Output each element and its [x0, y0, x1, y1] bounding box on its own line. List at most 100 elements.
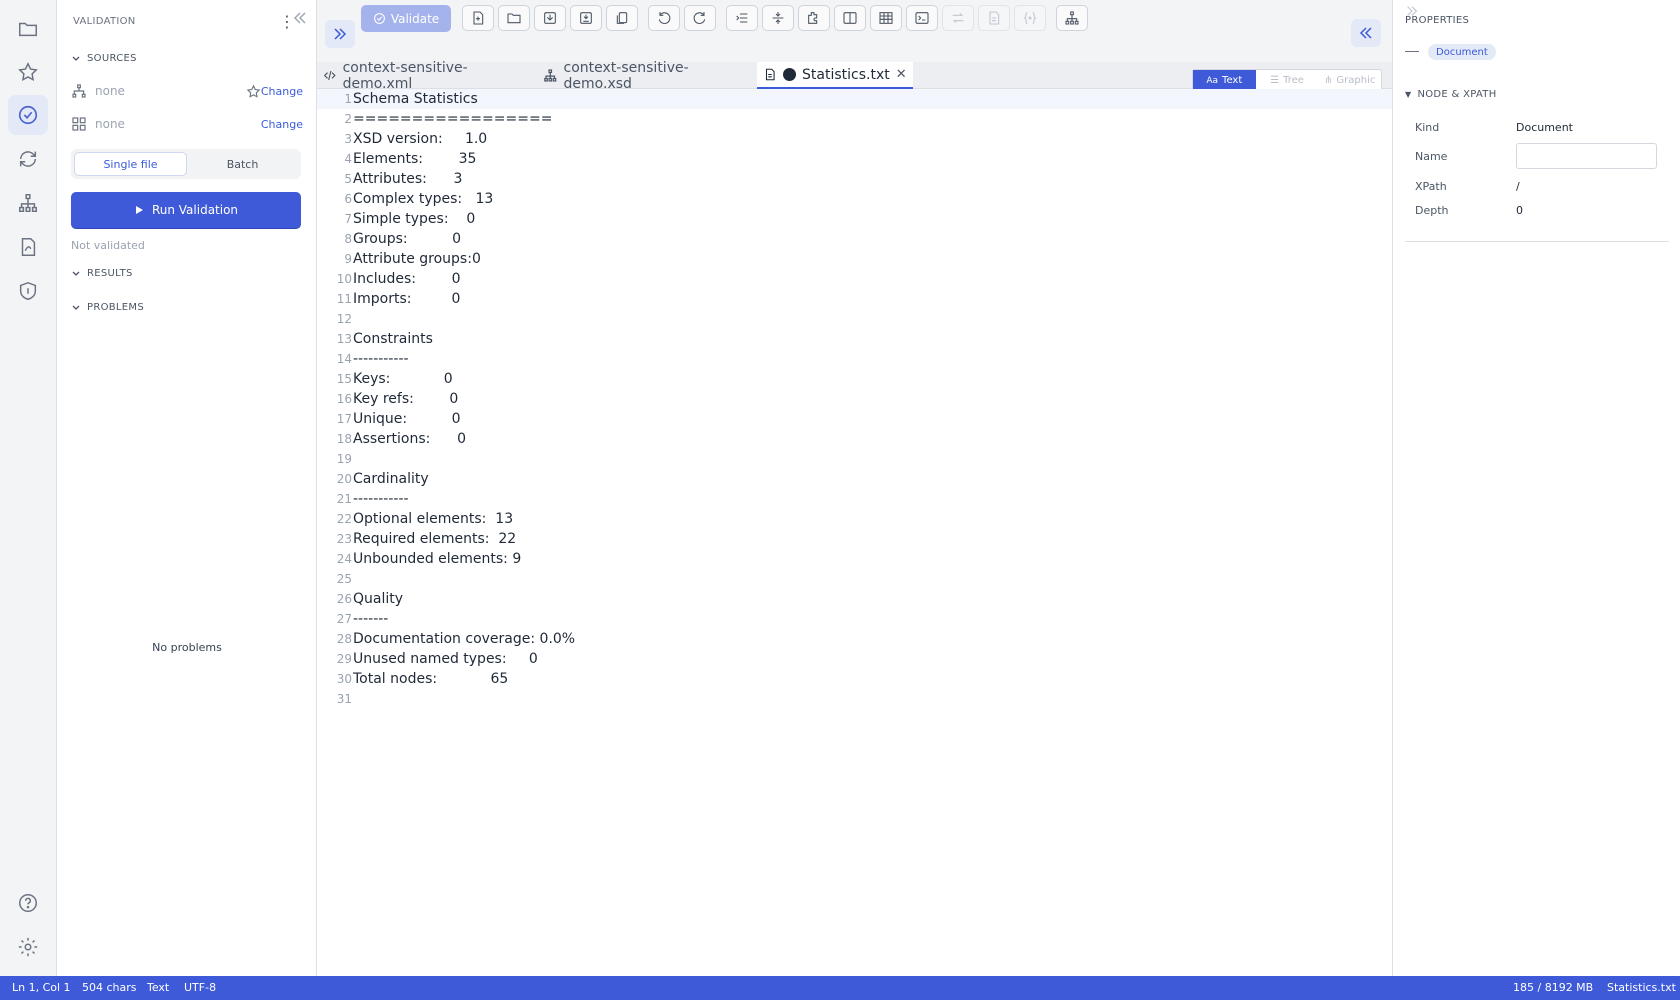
editor-line[interactable]: 24 Unbounded elements: 9 — [317, 549, 1392, 569]
open-folder-icon[interactable] — [498, 5, 530, 31]
editor-line[interactable]: 27 ------- — [317, 609, 1392, 629]
editor-line[interactable]: 12 — [317, 309, 1392, 329]
editor-line[interactable]: 9 Attribute groups:0 — [317, 249, 1392, 269]
char-count: 504 chars — [82, 981, 137, 994]
text-editor[interactable]: 1 Schema Statistics 2 ================= 3 XSD… — [317, 89, 1392, 976]
editor-line[interactable]: 4 Elements: 35 — [317, 149, 1392, 169]
favorite-star-icon[interactable] — [246, 84, 261, 99]
batch-option[interactable]: Batch — [187, 152, 298, 176]
new-file-icon[interactable] — [462, 5, 494, 31]
save-icon[interactable] — [534, 5, 566, 31]
hierarchy-icon[interactable] — [8, 183, 48, 223]
editor-line[interactable]: 16 Key refs: 0 — [317, 389, 1392, 409]
star-icon[interactable] — [8, 52, 48, 92]
table-icon[interactable] — [870, 5, 902, 31]
schema-tree-icon — [71, 83, 89, 99]
results-section-header[interactable]: RESULTS — [71, 268, 133, 279]
editor-line[interactable]: 6 Complex types: 13 — [317, 189, 1392, 209]
editor-line[interactable]: 2 ================= — [317, 109, 1392, 129]
editor-mode[interactable]: Text — [147, 981, 169, 994]
hierarchy-icon — [544, 69, 557, 82]
single-file-option[interactable]: Single file — [74, 152, 187, 176]
editor-line[interactable]: 22 Optional elements: 13 — [317, 509, 1392, 529]
split-view-icon[interactable] — [834, 5, 866, 31]
validation-check-icon[interactable] — [8, 95, 48, 135]
line-text: Unused named types: 0 — [353, 651, 538, 667]
braces-icon[interactable] — [1014, 5, 1046, 31]
editor-line[interactable]: 10 Includes: 0 — [317, 269, 1392, 289]
redo-icon[interactable] — [684, 5, 716, 31]
encoding[interactable]: UTF-8 — [184, 981, 216, 994]
collapse-right-panel-icon[interactable] — [1351, 19, 1381, 47]
name-input[interactable] — [1516, 143, 1657, 169]
line-number: 19 — [336, 452, 352, 466]
pdf-file-icon[interactable] — [8, 227, 48, 267]
editor-line[interactable]: 3 XSD version: 1.0 — [317, 129, 1392, 149]
close-icon[interactable]: ✕ — [896, 67, 907, 82]
collapse-sidebar-icon[interactable] — [289, 8, 309, 28]
tab-xsd[interactable]: context-sensitive-demo.xsd — [537, 60, 757, 92]
editor-line[interactable]: 7 Simple types: 0 — [317, 209, 1392, 229]
editor-line[interactable]: 5 Attributes: 3 — [317, 169, 1392, 189]
document-icon[interactable] — [978, 5, 1010, 31]
editor-line[interactable]: 11 Imports: 0 — [317, 289, 1392, 309]
validate-button[interactable]: Validate — [361, 5, 451, 32]
editor-line[interactable]: 25 — [317, 569, 1392, 589]
editor-line[interactable]: 8 Groups: 0 — [317, 229, 1392, 249]
text-view-button[interactable]: Aa Text — [1193, 70, 1256, 91]
save-as-icon[interactable] — [570, 5, 602, 31]
line-text: Keys: 0 — [353, 371, 453, 387]
editor-line[interactable]: 15 Keys: 0 — [317, 369, 1392, 389]
schema-tree-icon[interactable] — [1056, 5, 1088, 31]
editor-line[interactable]: 29 Unused named types: 0 — [317, 649, 1392, 669]
collapse-lines-icon[interactable] — [762, 5, 794, 31]
editor-line[interactable]: 31 — [317, 689, 1392, 709]
change-schema-link[interactable]: Change — [261, 85, 303, 98]
node-xpath-section-header[interactable]: ▼ NODE & XPATH — [1405, 89, 1497, 100]
name-label: Name — [1415, 149, 1448, 163]
line-number: 15 — [336, 372, 352, 386]
run-validation-button[interactable]: Run Validation — [71, 192, 301, 228]
editor-line[interactable]: 14 ----------- — [317, 349, 1392, 369]
editor-line[interactable]: 21 ----------- — [317, 489, 1392, 509]
line-text: Attribute groups:0 — [353, 251, 481, 267]
refresh-icon[interactable] — [8, 139, 48, 179]
copy-icon[interactable] — [606, 5, 638, 31]
expand-left-panel-icon[interactable] — [325, 20, 355, 48]
shield-icon[interactable] — [8, 271, 48, 311]
editor-line[interactable]: 1 Schema Statistics — [317, 89, 1392, 109]
undo-icon[interactable] — [648, 5, 680, 31]
transform-icon[interactable] — [942, 5, 974, 31]
graphic-view-button[interactable]: ⋔ Graphic — [1318, 70, 1381, 91]
line-number: 17 — [336, 412, 352, 426]
editor-line[interactable]: 28 Documentation coverage: 0.0% — [317, 629, 1392, 649]
line-number: 31 — [336, 692, 352, 706]
problems-section-header[interactable]: PROBLEMS — [71, 302, 144, 313]
memory-usage: 185 / 8192 MB — [1513, 981, 1594, 994]
editor-line[interactable]: 20 Cardinality — [317, 469, 1392, 489]
plugin-icon[interactable] — [798, 5, 830, 31]
editor-line[interactable]: 17 Unique: 0 — [317, 409, 1392, 429]
editor-line[interactable]: 26 Quality — [317, 589, 1392, 609]
folder-icon[interactable] — [8, 9, 48, 49]
editor-line[interactable]: 13 Constraints — [317, 329, 1392, 349]
tab-xml[interactable]: context-sensitive-demo.xml — [317, 60, 525, 92]
help-icon[interactable] — [8, 883, 48, 923]
editor-line[interactable]: 18 Assertions: 0 — [317, 429, 1392, 449]
editor-line[interactable]: 19 — [317, 449, 1392, 469]
sources-section-header[interactable]: SOURCES — [71, 53, 137, 64]
current-file: Statistics.txt — [1607, 981, 1676, 994]
format-indent-icon[interactable] — [726, 5, 758, 31]
tree-view-button[interactable]: ☰ Tree — [1256, 70, 1319, 91]
change-document-link[interactable]: Change — [261, 118, 303, 131]
gear-icon[interactable] — [8, 927, 48, 967]
line-number: 29 — [336, 652, 352, 666]
cursor-position[interactable]: Ln 1, Col 1 — [12, 981, 71, 994]
line-number: 20 — [336, 472, 352, 486]
line-text: Attributes: 3 — [353, 171, 463, 187]
terminal-icon[interactable] — [906, 5, 938, 31]
tab-statistics[interactable]: Statistics.txt ✕ — [757, 62, 913, 89]
editor-line[interactable]: 23 Required elements: 22 — [317, 529, 1392, 549]
problems-label: PROBLEMS — [87, 302, 144, 313]
editor-line[interactable]: 30 Total nodes: 65 — [317, 669, 1392, 689]
